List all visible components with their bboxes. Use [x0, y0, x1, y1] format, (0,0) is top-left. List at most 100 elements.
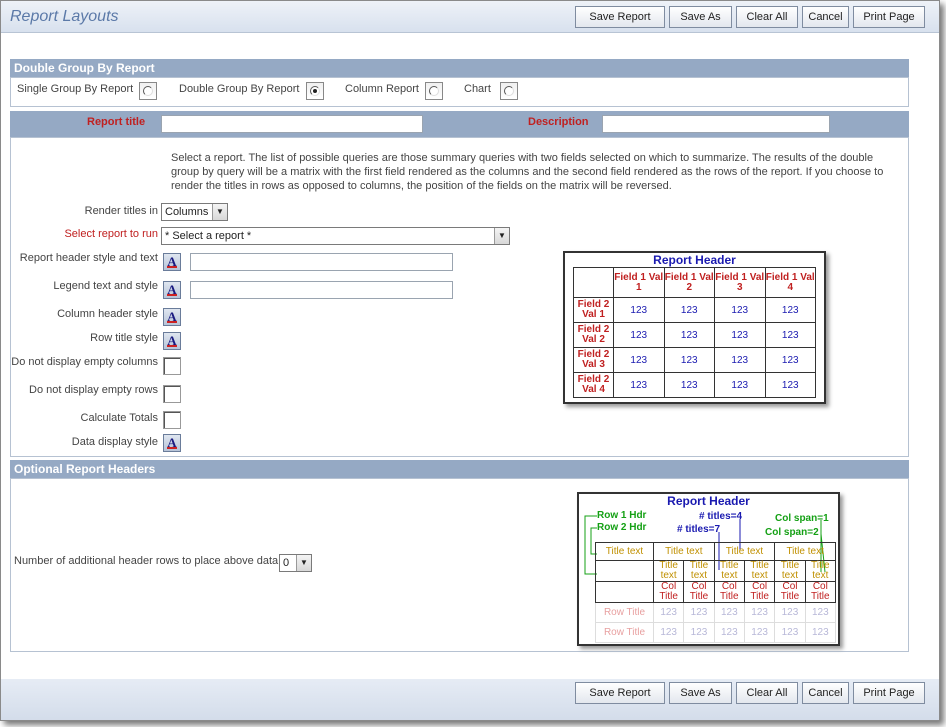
calculate-totals-label: Calculate Totals — [80, 412, 158, 424]
double-group-radio[interactable] — [306, 82, 324, 100]
row-header-cell: Field 2 Val 2 — [573, 322, 614, 348]
value-cell: 123 — [613, 372, 665, 398]
title-short-cell: Title text — [713, 560, 745, 582]
description-label: Description — [528, 116, 589, 128]
value-cell: 123 — [683, 622, 715, 643]
value-cell: 123 — [713, 602, 745, 623]
chart-radio[interactable] — [500, 82, 518, 100]
header-rows-select[interactable]: 0 ▼ — [279, 554, 312, 572]
title-short-cell: Title text — [804, 560, 837, 582]
single-group-label: Single Group By Report — [17, 83, 134, 95]
value-cell: 123 — [613, 347, 665, 373]
description-text: Select a report. The list of possible qu… — [171, 152, 884, 192]
clear-all-button-bottom[interactable]: Clear All — [736, 682, 798, 704]
value-cell: 123 — [804, 602, 837, 623]
header-preview: Report Header Row 1 Hdr Row 2 Hdr # titl… — [577, 492, 840, 646]
empty-cell — [595, 581, 654, 603]
clear-all-button[interactable]: Clear All — [736, 6, 798, 28]
empty-rows-checkbox[interactable] — [163, 385, 181, 403]
select-report-label: Select report to run — [64, 228, 158, 240]
legend-input[interactable] — [190, 281, 453, 299]
header-text-input[interactable] — [190, 253, 453, 271]
save-as-button-bottom[interactable]: Save As — [669, 682, 732, 704]
title-text-cell: Title text — [713, 542, 776, 561]
column-header-style-label: Column header style — [57, 308, 158, 320]
corner-cell — [573, 267, 614, 298]
value-cell: 123 — [613, 297, 665, 323]
double-group-label: Double Group By Report — [179, 83, 300, 95]
header-rows-label: Number of additional header rows to plac… — [14, 555, 279, 567]
text-style-icon[interactable]: A — [163, 308, 181, 326]
matrix-preview-table: Field 1 Val 1 Field 1 Val 2 Field 1 Val … — [573, 267, 816, 398]
value-cell: 123 — [652, 622, 685, 643]
value-cell: 123 — [743, 602, 776, 623]
title-text-cell: Title text — [774, 542, 836, 561]
render-titles-label: Render titles in — [84, 205, 158, 217]
empty-columns-checkbox[interactable] — [163, 357, 181, 375]
save-report-button[interactable]: Save Report — [575, 6, 665, 28]
save-as-button[interactable]: Save As — [669, 6, 732, 28]
column-report-radio[interactable] — [425, 82, 443, 100]
col-title-cell: Col Title — [804, 581, 837, 603]
value-cell: 123 — [683, 602, 715, 623]
row-title-cell: Row Title — [595, 622, 654, 643]
render-titles-select[interactable]: Columns ▼ — [161, 203, 228, 221]
empty-cell — [595, 560, 654, 582]
column-header-cell: Field 1 Val 4 — [764, 267, 816, 298]
description-input[interactable] — [602, 115, 830, 133]
cancel-button-bottom[interactable]: Cancel — [802, 682, 849, 704]
column-header-cell: Field 1 Val 1 — [613, 267, 665, 298]
header-preview-table: Title text Title text Title text Title t… — [595, 542, 837, 643]
value-cell: 123 — [652, 602, 685, 623]
column-header-cell: Field 1 Val 2 — [663, 267, 715, 298]
chevron-down-icon: ▼ — [296, 555, 311, 571]
text-style-icon[interactable]: A — [163, 253, 181, 271]
value-cell: 123 — [804, 622, 837, 643]
value-cell: 123 — [764, 297, 816, 323]
print-page-button[interactable]: Print Page — [853, 6, 925, 28]
title-short-cell: Title text — [652, 560, 685, 582]
cancel-button[interactable]: Cancel — [802, 6, 849, 28]
title-short-cell: Title text — [774, 560, 806, 582]
value-cell: 123 — [714, 372, 766, 398]
chevron-down-icon: ▼ — [494, 228, 509, 244]
row-title-style-label: Row title style — [90, 332, 158, 344]
col-title-cell: Col Title — [652, 581, 685, 603]
single-group-radio[interactable] — [139, 82, 157, 100]
chart-label: Chart — [464, 83, 491, 95]
value-cell: 123 — [743, 622, 776, 643]
calculate-totals-checkbox[interactable] — [163, 411, 181, 429]
print-page-button-bottom[interactable]: Print Page — [853, 682, 925, 704]
row-title-cell: Row Title — [595, 602, 654, 623]
row-header-cell: Field 2 Val 4 — [573, 372, 614, 398]
value-cell: 123 — [663, 297, 715, 323]
header-style-label: Report header style and text — [19, 252, 158, 264]
col-title-cell: Col Title — [774, 581, 806, 603]
value-cell: 123 — [714, 297, 766, 323]
chevron-down-icon: ▼ — [212, 204, 227, 220]
bottom-toolbar: Save Report Save As Clear All Cancel Pri… — [1, 679, 939, 720]
text-style-icon[interactable]: A — [163, 281, 181, 299]
report-layouts-window: Report Layouts Save Report Save As Clear… — [0, 0, 940, 721]
title-text-cell: Title text — [595, 542, 654, 561]
value-cell: 123 — [714, 347, 766, 373]
empty-columns-label: Do not display empty columns — [11, 356, 158, 368]
matrix-preview: Report Header Field 1 Val 1 Field 1 Val … — [563, 251, 826, 404]
report-title-input[interactable] — [161, 115, 423, 133]
report-title-label: Report title — [87, 116, 146, 128]
value-cell: 123 — [774, 622, 806, 643]
save-report-button-bottom[interactable]: Save Report — [575, 682, 665, 704]
title-short-cell: Title text — [743, 560, 776, 582]
title-short-cell: Title text — [683, 560, 715, 582]
value-cell: 123 — [663, 372, 715, 398]
value-cell: 123 — [713, 622, 745, 643]
text-style-icon[interactable]: A — [163, 332, 181, 350]
col-title-cell: Col Title — [743, 581, 776, 603]
row-header-cell: Field 2 Val 3 — [573, 347, 614, 373]
select-report-dropdown[interactable]: * Select a report * ▼ — [161, 227, 510, 245]
data-display-style-label: Data display style — [71, 436, 158, 448]
text-style-icon[interactable]: A — [163, 434, 181, 452]
report-type-header: Double Group By Report — [10, 59, 909, 77]
col-title-cell: Col Title — [683, 581, 715, 603]
value-cell: 123 — [774, 602, 806, 623]
